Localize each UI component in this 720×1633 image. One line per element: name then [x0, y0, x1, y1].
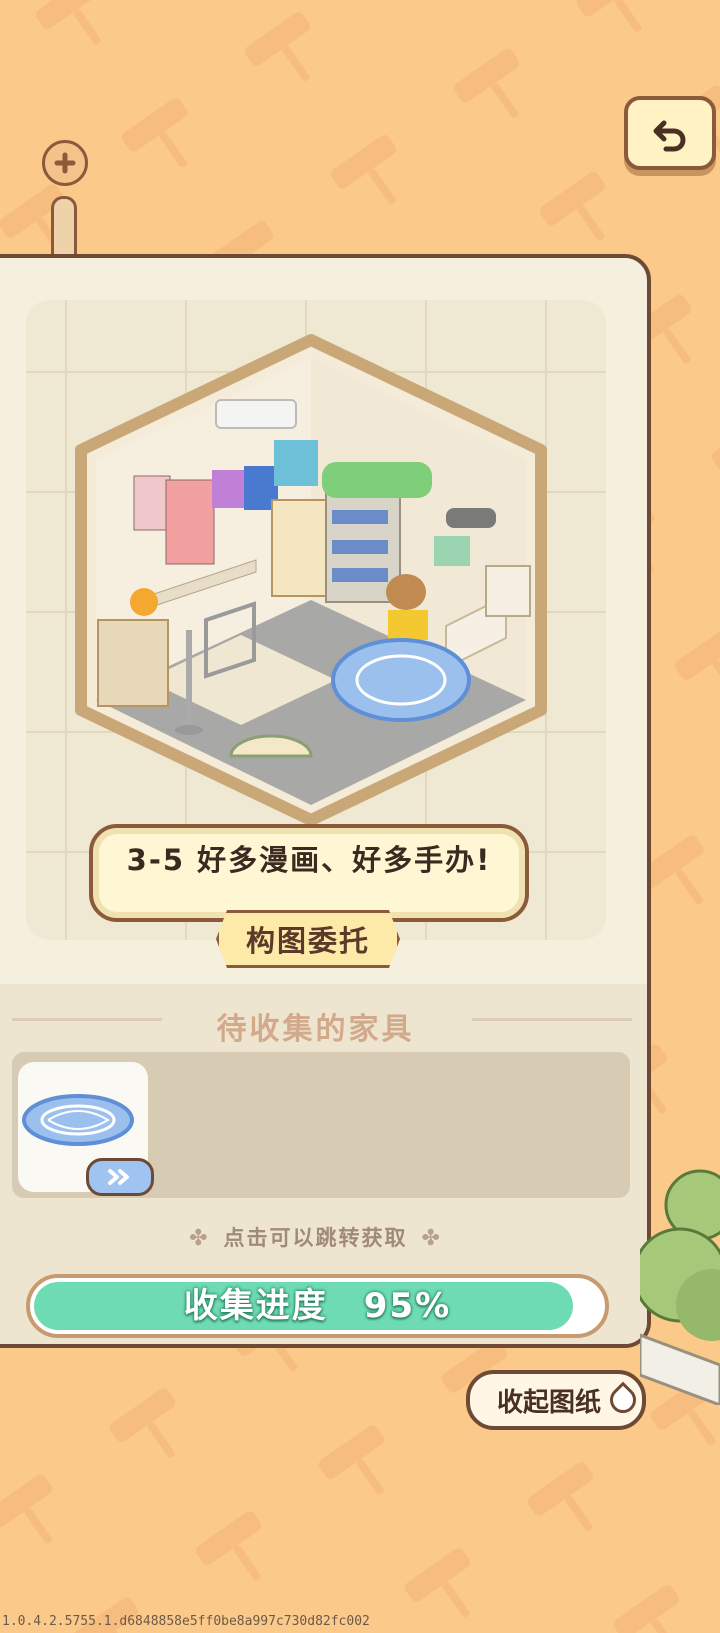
- pin-icon: [604, 1381, 642, 1419]
- level-title: 3-5 好多漫画、好多手办!: [126, 843, 492, 877]
- jump-to-source-button[interactable]: [86, 1158, 154, 1196]
- commission-tag: 构图委托: [216, 910, 400, 968]
- blue-round-rug-icon: [22, 1094, 134, 1146]
- zoom-slider-track[interactable]: [51, 196, 77, 259]
- clover-icon: ✤: [189, 1226, 210, 1251]
- collection-progress-bar: 收集进度 95%: [26, 1274, 609, 1338]
- undo-arrow-icon: [653, 120, 686, 152]
- progress-value: 95%: [363, 1286, 452, 1326]
- furniture-list: [12, 1052, 630, 1198]
- furniture-item-rug[interactable]: [18, 1062, 154, 1196]
- commission-label: 构图委托: [245, 924, 370, 958]
- furniture-section: 待收集的家具 ✤ 点击可以跳转获取 ✤ 收集进度 95%: [0, 984, 647, 1344]
- jump-hint: ✤ 点击可以跳转获取 ✤: [0, 1222, 647, 1252]
- hint-text: 点击可以跳转获取: [223, 1226, 408, 1250]
- back-button[interactable]: [624, 96, 716, 170]
- clover-icon: ✤: [421, 1226, 442, 1251]
- blueprint-panel: 3-5 好多漫画、好多手办! 构图委托 待收集的家具 ✤ 点击可以跳转获取 ✤ …: [0, 254, 651, 1348]
- zoom-in-button[interactable]: [42, 140, 88, 186]
- double-chevron-right-icon: [108, 1169, 129, 1185]
- progress-label: 收集进度: [183, 1286, 328, 1326]
- level-title-banner: 3-5 好多漫画、好多手办!: [89, 824, 529, 922]
- collapse-label: 收起图纸: [496, 1387, 601, 1418]
- progress-text: 收集进度 95%: [30, 1278, 605, 1334]
- section-title: 待收集的家具: [216, 1012, 415, 1047]
- version-string: 1.0.4.2.5755.1.d6848858e5ff0be8a997c730d…: [2, 1614, 370, 1629]
- plus-icon: [54, 152, 76, 174]
- bush-decoration: [640, 1169, 720, 1405]
- collapse-blueprint-button[interactable]: 收起图纸: [466, 1370, 646, 1430]
